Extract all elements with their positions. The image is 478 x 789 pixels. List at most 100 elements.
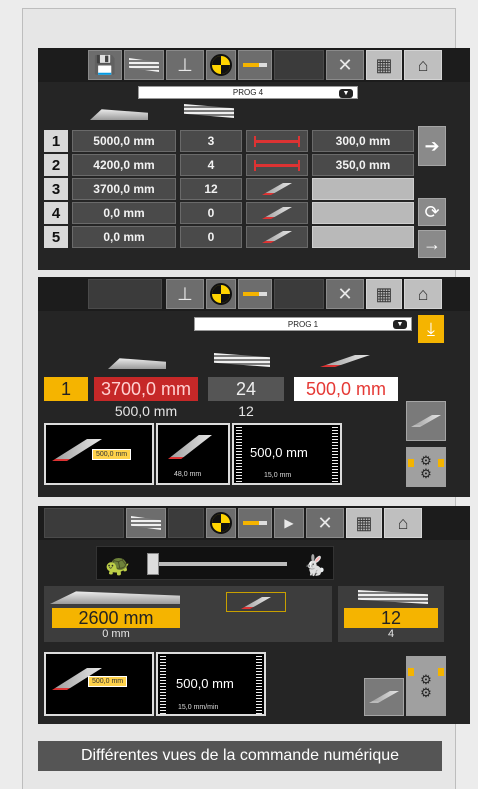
gear-icon: ⚙ — [420, 466, 432, 481]
export-button[interactable]: ➔ — [418, 126, 446, 166]
table-row[interactable]: 5 0,0 mm 0 — [44, 226, 414, 248]
cut-angle-panel[interactable]: 500,0 mm — [44, 652, 154, 716]
cutter-button[interactable] — [238, 279, 272, 309]
tools-icon: ✕ — [317, 513, 333, 533]
row-quantity[interactable]: 3 — [180, 130, 242, 152]
feed-panel[interactable]: 500,0 mm 15,0 mm/min — [156, 652, 266, 716]
cut-icon-cell — [246, 178, 308, 200]
rabbit-icon: 🐇 — [302, 555, 327, 577]
download-button[interactable]: ⤓ — [418, 315, 444, 343]
row-offset[interactable]: 300,0 mm — [312, 130, 414, 152]
target-length-field[interactable]: 3700,0 mm — [94, 377, 198, 401]
target-button[interactable] — [206, 50, 236, 80]
feed-panel[interactable]: 500,0 mm 15,0 mm — [232, 423, 342, 485]
table-row[interactable]: 1 5000,0 mm 3 300,0 mm — [44, 130, 414, 152]
row-length[interactable]: 0,0 mm — [72, 226, 176, 248]
tools-button[interactable]: ✕ — [306, 508, 344, 538]
home-button[interactable]: ⌂ — [404, 279, 442, 309]
toolbar-spacer — [274, 279, 324, 309]
calculator-icon: ▦ — [375, 55, 393, 75]
home-icon: ⌂ — [417, 55, 429, 75]
toolbar-spacer — [88, 279, 162, 309]
row-index: 1 — [44, 130, 68, 152]
blade-value: 48,0 mm — [174, 471, 202, 478]
table-row[interactable]: 3 3700,0 mm 12 — [44, 178, 414, 200]
toolbar: ⊥ ✕ ▦ ⌂ — [38, 277, 470, 311]
screen-production: ⊥ ✕ ▦ ⌂ PROG 1 ▼ ⤓ 1 3700,0 mm 24 500,0 … — [38, 277, 470, 497]
cycle-button[interactable]: ⟳ — [418, 198, 446, 226]
tools-button[interactable]: ✕ — [326, 279, 364, 309]
row-length[interactable]: 4200,0 mm — [72, 154, 176, 176]
clamp-icon: ⊥ — [177, 55, 193, 75]
row-index: 2 — [44, 154, 68, 176]
target-quantity-field[interactable]: 24 — [208, 377, 284, 401]
calculator-button[interactable]: ▦ — [366, 279, 402, 309]
quantity-field[interactable]: 12 — [344, 608, 438, 628]
dimension-icon — [254, 135, 300, 147]
profile-button[interactable] — [126, 508, 166, 538]
table-row[interactable]: 4 0,0 mm 0 — [44, 202, 414, 224]
chevron-down-icon: ▼ — [339, 89, 353, 98]
slider-thumb[interactable] — [147, 553, 159, 575]
row-offset[interactable]: 350,0 mm — [312, 154, 414, 176]
clamp-button[interactable]: ⊥ — [166, 50, 204, 80]
home-button[interactable]: ⌂ — [384, 508, 422, 538]
program-select[interactable]: PROG 1 ▼ — [194, 317, 412, 331]
target-offset-field[interactable]: 500,0 mm — [294, 377, 398, 401]
tools-button[interactable]: ✕ — [326, 50, 364, 80]
cutter-button[interactable] — [238, 50, 272, 80]
clamp-button[interactable]: ⊥ — [166, 279, 204, 309]
play-button[interactable]: ▶ — [274, 508, 304, 538]
figure-caption: Différentes vues de la commande numériqu… — [38, 741, 442, 771]
offset-icon-cell — [246, 130, 308, 152]
row-quantity[interactable]: 0 — [180, 226, 242, 248]
row-offset[interactable] — [312, 202, 414, 224]
cutter-icon — [411, 415, 441, 427]
row-offset[interactable] — [312, 226, 414, 248]
clamp-icon: ⊥ — [177, 284, 193, 304]
speed-slider[interactable]: 🐢 🐇 — [96, 546, 334, 580]
length-header-icon — [90, 109, 148, 120]
export-icon: ➔ — [424, 135, 440, 156]
blade-panel[interactable]: 48,0 mm — [156, 423, 230, 485]
target-button[interactable] — [206, 279, 236, 309]
profile-button[interactable] — [124, 50, 164, 80]
quantity-header-icon — [214, 353, 270, 367]
settings-button[interactable]: ⚙ ⚙ — [406, 656, 446, 716]
home-button[interactable]: ⌂ — [404, 50, 442, 80]
length-header-icon — [108, 358, 166, 369]
calculator-icon: ▦ — [375, 284, 393, 304]
blade-icon — [168, 435, 212, 459]
program-select[interactable]: PROG 4 ▼ — [138, 86, 358, 99]
row-length[interactable]: 3700,0 mm — [72, 178, 176, 200]
cutter-button[interactable] — [238, 508, 272, 538]
target-button[interactable] — [206, 508, 236, 538]
cut-length-tag: 500,0 mm — [92, 449, 132, 460]
cutter-mode-button[interactable] — [406, 401, 446, 441]
cutter-icon — [241, 597, 271, 609]
cut-angle-panel[interactable]: 500,0 mm — [44, 423, 154, 485]
row-offset[interactable] — [312, 178, 414, 200]
calculator-button[interactable]: ▦ — [366, 50, 402, 80]
row-quantity[interactable]: 4 — [180, 154, 242, 176]
cutter-mode-button[interactable] — [364, 678, 404, 716]
settings-button[interactable]: ⚙ ⚙ — [406, 447, 446, 487]
target-icon — [210, 283, 232, 305]
row-quantity[interactable]: 12 — [180, 178, 242, 200]
row-index: 4 — [44, 202, 68, 224]
save-button[interactable]: 💾 — [88, 50, 122, 80]
cut-button[interactable] — [226, 592, 286, 612]
profile-icon — [131, 516, 161, 530]
length-header-icon — [50, 591, 180, 604]
row-quantity[interactable]: 0 — [180, 202, 242, 224]
quantity-actual: 4 — [387, 628, 395, 640]
table-row[interactable]: 2 4200,0 mm 4 350,0 mm — [44, 154, 414, 176]
calculator-button[interactable]: ▦ — [346, 508, 382, 538]
screen-program-list: 💾 ⊥ ✕ ▦ ⌂ PROG 4 ▼ 1 5000,0 mm 3 300,0 m… — [38, 48, 470, 270]
row-length[interactable]: 0,0 mm — [72, 202, 176, 224]
row-length[interactable]: 5000,0 mm — [72, 130, 176, 152]
next-button[interactable]: → — [418, 230, 446, 258]
row-index: 3 — [44, 178, 68, 200]
length-field[interactable]: 2600 mm — [52, 608, 180, 628]
actual-length: 500,0 mm — [114, 403, 178, 419]
